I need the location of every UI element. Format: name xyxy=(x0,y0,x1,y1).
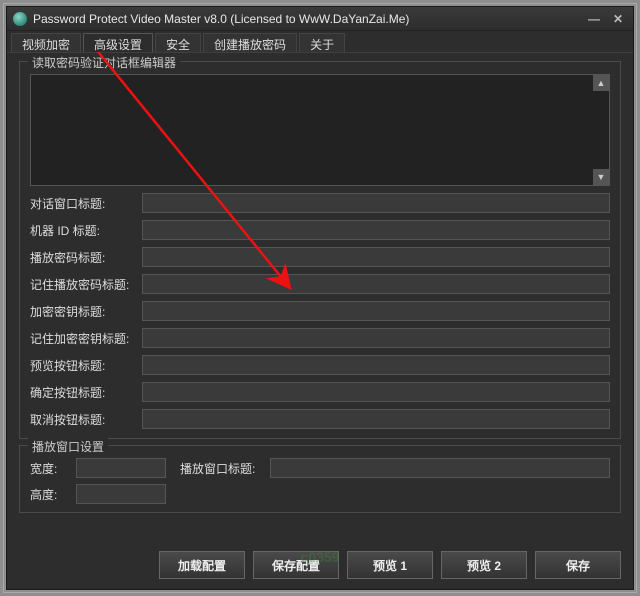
remember-play-password-label: 记住播放密码标题: xyxy=(30,276,134,293)
save-config-button[interactable]: 保存配置 xyxy=(253,551,339,579)
width-input[interactable] xyxy=(76,458,166,478)
tab-create-play-password[interactable]: 创建播放密码 xyxy=(203,33,297,52)
remember-play-password-input[interactable] xyxy=(142,274,610,294)
preview-button-title-input[interactable] xyxy=(142,355,610,375)
titlebar: Password Protect Video Master v8.0 (Lice… xyxy=(7,7,633,31)
tab-about[interactable]: 关于 xyxy=(299,33,345,52)
remember-encrypt-key-input[interactable] xyxy=(142,328,610,348)
play-window-title-label: 播放窗口标题: xyxy=(180,460,264,477)
tab-bar: 视频加密 高级设置 安全 创建播放密码 关于 xyxy=(7,31,633,53)
tab-advanced-settings[interactable]: 高级设置 xyxy=(83,33,153,52)
tab-security[interactable]: 安全 xyxy=(155,33,201,52)
ok-button-title-label: 确定按钮标题: xyxy=(30,384,134,401)
preview-2-button[interactable]: 预览 2 xyxy=(441,551,527,579)
editor-group: 读取密码验证对话框编辑器 ▲ ▼ 对话窗口标题: 机器 ID 标题: 播放密码标… xyxy=(19,61,621,439)
width-label: 宽度: xyxy=(30,460,70,477)
dialog-title-label: 对话窗口标题: xyxy=(30,195,134,212)
encrypt-key-input[interactable] xyxy=(142,301,610,321)
close-button[interactable]: ✕ xyxy=(607,11,629,27)
window-title: Password Protect Video Master v8.0 (Lice… xyxy=(33,12,583,26)
play-window-title-input[interactable] xyxy=(270,458,610,478)
save-button[interactable]: 保存 xyxy=(535,551,621,579)
editor-group-title: 读取密码验证对话框编辑器 xyxy=(28,54,180,71)
preview-button-title-label: 预览按钮标题: xyxy=(30,357,134,374)
encrypt-key-label: 加密密钥标题: xyxy=(30,303,134,320)
play-password-label: 播放密码标题: xyxy=(30,249,134,266)
bottom-toolbar: 加载配置 保存配置 预览 1 预览 2 保存 xyxy=(7,543,633,589)
machine-id-input[interactable] xyxy=(142,220,610,240)
height-input[interactable] xyxy=(76,484,166,504)
editor-textarea[interactable]: ▲ ▼ xyxy=(30,74,610,186)
play-password-input[interactable] xyxy=(142,247,610,267)
content-area: 读取密码验证对话框编辑器 ▲ ▼ 对话窗口标题: 机器 ID 标题: 播放密码标… xyxy=(7,53,633,543)
scroll-up-icon[interactable]: ▲ xyxy=(593,75,609,91)
dialog-title-input[interactable] xyxy=(142,193,610,213)
cancel-button-title-input[interactable] xyxy=(142,409,610,429)
ok-button-title-input[interactable] xyxy=(142,382,610,402)
preview-1-button[interactable]: 预览 1 xyxy=(347,551,433,579)
app-window: Password Protect Video Master v8.0 (Lice… xyxy=(6,6,634,590)
scroll-down-icon[interactable]: ▼ xyxy=(593,169,609,185)
play-window-group-title: 播放窗口设置 xyxy=(28,438,108,455)
remember-encrypt-key-label: 记住加密密钥标题: xyxy=(30,330,134,347)
cancel-button-title-label: 取消按钮标题: xyxy=(30,411,134,428)
minimize-button[interactable]: — xyxy=(583,11,605,27)
tab-video-encrypt[interactable]: 视频加密 xyxy=(11,33,81,52)
height-label: 高度: xyxy=(30,486,70,503)
app-icon xyxy=(13,12,27,26)
play-window-group: 播放窗口设置 宽度: 高度: 播放窗口标题: xyxy=(19,445,621,513)
machine-id-label: 机器 ID 标题: xyxy=(30,222,134,239)
load-config-button[interactable]: 加载配置 xyxy=(159,551,245,579)
